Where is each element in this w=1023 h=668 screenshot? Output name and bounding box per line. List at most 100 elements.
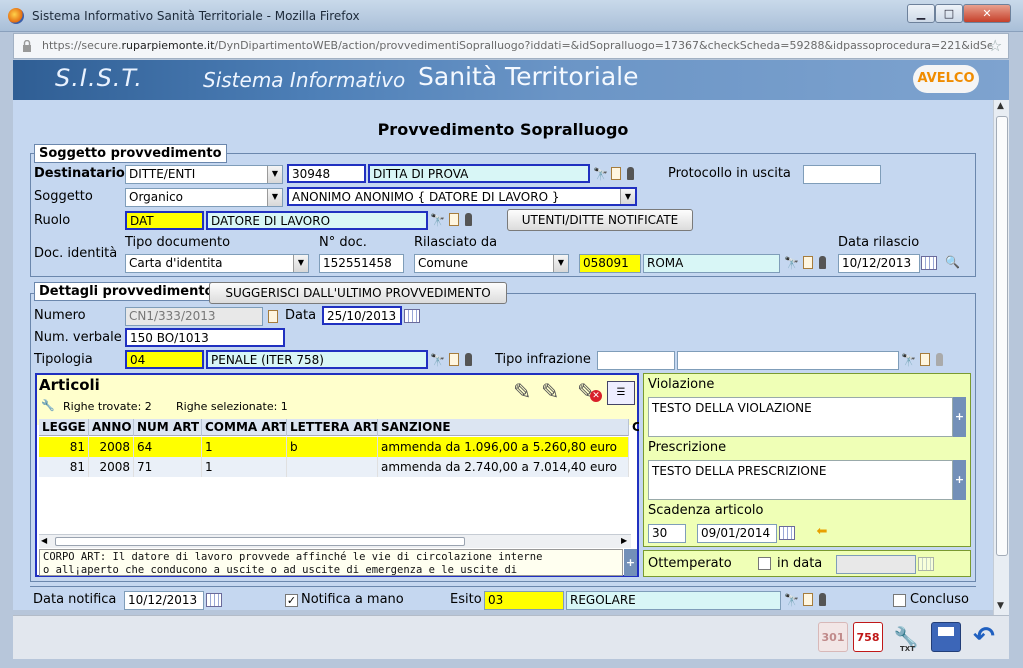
ottemperato-checkbox[interactable] bbox=[758, 557, 771, 570]
report-758-icon[interactable]: 758 bbox=[853, 622, 883, 652]
rilasciato-select[interactable]: Comune ▼ bbox=[414, 254, 569, 273]
binoculars-icon[interactable]: 🔭 bbox=[784, 256, 799, 270]
esito-desc-input[interactable]: REGOLARE bbox=[566, 591, 781, 610]
ruolo-desc-input[interactable]: DATORE DI LAVORO bbox=[206, 211, 428, 230]
person-icon[interactable] bbox=[819, 593, 826, 606]
verbale-label: Num. verbale bbox=[34, 330, 122, 345]
ruolo-code-input[interactable]: DAT bbox=[125, 211, 204, 230]
list-detail-icon[interactable]: ☰ bbox=[607, 381, 635, 405]
report-301-icon[interactable]: 301 bbox=[818, 622, 848, 652]
document-icon[interactable] bbox=[920, 353, 930, 366]
person-icon[interactable] bbox=[465, 353, 472, 366]
undo-icon[interactable]: ↶ bbox=[969, 622, 999, 652]
violazione-textarea[interactable]: TESTO DELLA VIOLAZIONE bbox=[648, 397, 953, 437]
document-search-icon[interactable] bbox=[268, 310, 278, 323]
scroll-down-icon[interactable]: ▼ bbox=[997, 601, 1004, 611]
col-legge[interactable]: LEGGE bbox=[39, 419, 89, 436]
binoculars-icon[interactable]: 🔭 bbox=[430, 213, 445, 227]
col-lettera-art[interactable]: LETTERA ART bbox=[287, 419, 378, 436]
calendar-icon[interactable] bbox=[921, 256, 937, 270]
col-anno[interactable]: ANNO bbox=[89, 419, 134, 436]
expand-prescrizione-button[interactable]: + bbox=[953, 460, 966, 500]
document-icon[interactable] bbox=[803, 256, 813, 269]
soggetto-person-select[interactable]: ANONIMO ANONIMO { DATORE DI LAVORO } ▼ bbox=[287, 187, 637, 206]
table-row[interactable]: 81 2008 71 1 ammenda da 2.740,00 a 7.014… bbox=[39, 457, 629, 477]
comune-code-input[interactable]: 058091 bbox=[579, 254, 641, 273]
chevron-down-icon: ▼ bbox=[267, 166, 282, 183]
protocollo-input[interactable] bbox=[803, 165, 881, 184]
document-icon[interactable] bbox=[449, 353, 459, 366]
person-icon[interactable] bbox=[465, 213, 472, 226]
tipo-infrazione-code-input[interactable] bbox=[597, 351, 675, 370]
destinatario-name-input[interactable]: DITTA DI PROVA bbox=[368, 164, 590, 183]
destinatario-select[interactable]: DITTE/ENTI ▼ bbox=[125, 165, 283, 184]
close-button[interactable]: ✕ bbox=[963, 4, 1011, 23]
expand-violazione-button[interactable]: + bbox=[953, 397, 966, 437]
articoli-panel: Articoli 🔧 Righe trovate: 2 Righe selezi… bbox=[35, 373, 639, 577]
utenti-ditte-button[interactable]: UTENTI/DITTE NOTIFICATE bbox=[507, 209, 693, 231]
n-doc-input[interactable]: 152551458 bbox=[319, 254, 404, 273]
save-icon[interactable] bbox=[931, 622, 961, 652]
notifica-mano-label: Notifica a mano bbox=[301, 592, 404, 607]
scroll-right-icon[interactable]: ▶ bbox=[621, 536, 627, 545]
person-icon[interactable] bbox=[627, 167, 634, 180]
url-bar[interactable]: https://secure.ruparpiemonte.it/DynDipar… bbox=[13, 33, 1009, 59]
tipo-documento-select[interactable]: Carta d'identita ▼ bbox=[125, 254, 309, 273]
calendar-icon[interactable] bbox=[779, 526, 795, 540]
notifica-mano-checkbox[interactable]: ✓ bbox=[285, 594, 298, 607]
col-sanzione[interactable]: SANZIONE bbox=[378, 419, 629, 436]
table-row[interactable]: 81 2008 64 1 b ammenda da 1.096,00 a 5.2… bbox=[39, 437, 629, 457]
suggerisci-button[interactable]: SUGGERISCI DALL'ULTIMO PROVVEDIMENTO bbox=[209, 282, 507, 304]
expand-corpo-button[interactable]: + bbox=[624, 549, 637, 576]
prescrizione-textarea[interactable]: TESTO DELLA PRESCRIZIONE bbox=[648, 460, 953, 500]
binoculars-icon[interactable]: 🔭 bbox=[430, 353, 445, 367]
document-icon[interactable] bbox=[449, 213, 459, 226]
horizontal-scrollbar[interactable]: ◀ ▶ bbox=[39, 534, 631, 548]
corpo-articolo-textarea[interactable]: CORPO ART: Il datore di lavoro provvede … bbox=[39, 549, 623, 576]
binoculars-icon[interactable]: 🔭 bbox=[901, 353, 916, 367]
bottom-toolbar: 301 758 🔧 TXT ↶ bbox=[13, 615, 1009, 659]
app-banner: S.I.S.T. Sistema Informativo Sanità Terr… bbox=[13, 60, 1009, 100]
minimize-button[interactable]: ▁ bbox=[907, 4, 935, 23]
add-article-icon[interactable]: ✎ bbox=[513, 380, 531, 405]
cell-num-art: 71 bbox=[134, 457, 202, 477]
verbale-input[interactable]: 150 BO/1013 bbox=[125, 328, 285, 347]
magnifier-icon[interactable]: 🔍 bbox=[945, 255, 960, 269]
scroll-left-icon[interactable]: ◀ bbox=[41, 536, 47, 545]
maximize-button[interactable]: □ bbox=[935, 4, 963, 23]
document-icon[interactable] bbox=[803, 593, 813, 606]
col-c[interactable]: C bbox=[629, 419, 639, 436]
soggetto-select[interactable]: Organico ▼ bbox=[125, 188, 283, 207]
data-notifica-input[interactable]: 10/12/2013 bbox=[124, 591, 204, 610]
tipo-infrazione-desc-input[interactable] bbox=[677, 351, 899, 370]
avelco-logo: AVELCO bbox=[913, 65, 979, 93]
tipologia-code-input[interactable]: 04 bbox=[125, 350, 204, 369]
data-rilascio-input[interactable]: 10/12/2013 bbox=[838, 254, 920, 273]
copy-article-icon[interactable]: ✎ bbox=[541, 380, 559, 405]
calendar-icon[interactable] bbox=[404, 309, 420, 323]
arrow-left-icon[interactable]: ⬅ bbox=[816, 525, 828, 539]
sist-logo: S.I.S.T. bbox=[55, 64, 143, 92]
scadenza-data-input[interactable]: 09/01/2014 bbox=[697, 524, 777, 543]
destinatario-code-input[interactable]: 30948 bbox=[287, 164, 366, 183]
person-icon[interactable] bbox=[819, 256, 826, 269]
calendar-icon[interactable] bbox=[206, 593, 222, 607]
ruolo-label: Ruolo bbox=[34, 213, 71, 228]
vertical-scrollbar[interactable]: ▲ ▼ bbox=[993, 100, 1009, 615]
col-num-art[interactable]: NUM ART bbox=[134, 419, 202, 436]
data-input[interactable]: 25/10/2013 bbox=[322, 306, 402, 325]
scroll-thumb[interactable] bbox=[996, 116, 1008, 556]
bookmark-star-icon[interactable]: ☆ bbox=[988, 36, 1002, 55]
comune-name-input[interactable]: ROMA bbox=[643, 254, 780, 273]
scroll-up-icon[interactable]: ▲ bbox=[997, 101, 1004, 111]
esito-code-input[interactable]: 03 bbox=[484, 591, 564, 610]
col-comma-art[interactable]: COMMA ART bbox=[202, 419, 287, 436]
articoli-header: Articoli 🔧 Righe trovate: 2 Righe selezi… bbox=[37, 375, 637, 425]
scadenza-giorni-input[interactable]: 30 bbox=[648, 524, 686, 543]
tipologia-desc-input[interactable]: PENALE (ITER 758) bbox=[206, 350, 428, 369]
scroll-thumb[interactable] bbox=[55, 537, 465, 546]
concluso-checkbox[interactable] bbox=[893, 594, 906, 607]
document-icon[interactable] bbox=[611, 167, 621, 180]
binoculars-icon[interactable]: 🔭 bbox=[784, 593, 799, 607]
binoculars-icon[interactable]: 🔭 bbox=[593, 167, 608, 181]
